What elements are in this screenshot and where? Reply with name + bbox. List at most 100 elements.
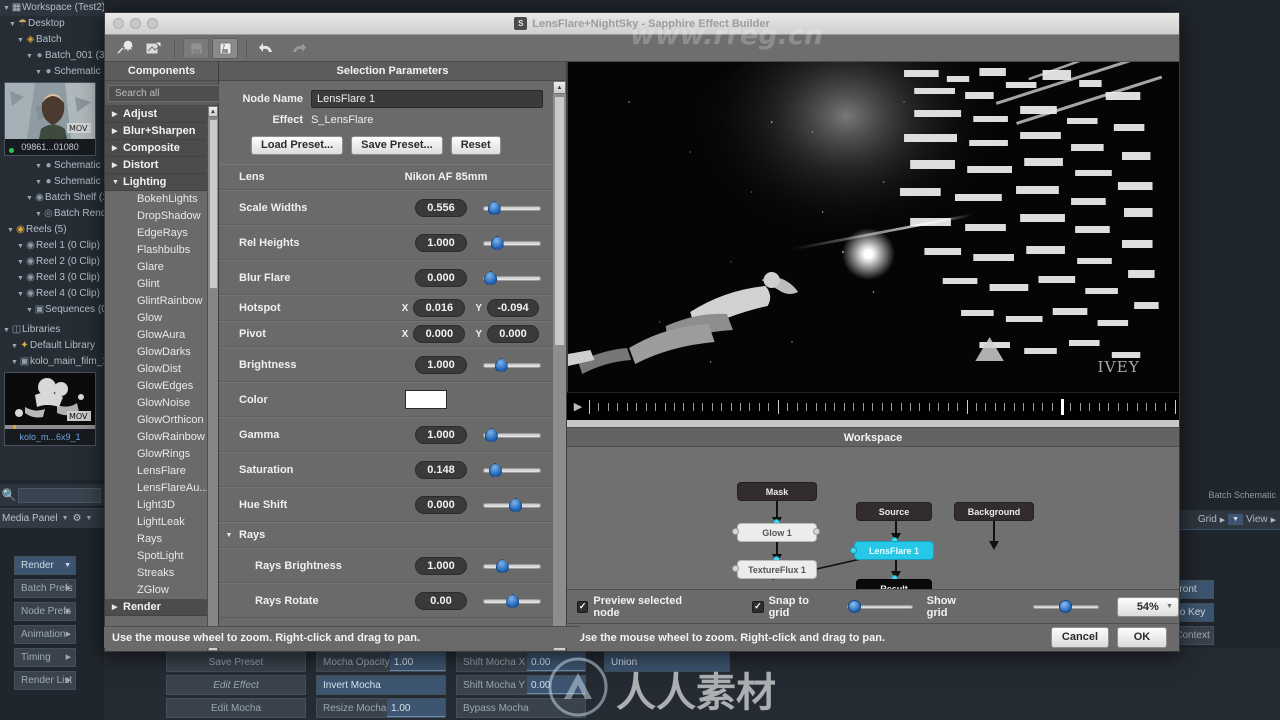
chevron-right-icon[interactable]: ▶ (66, 580, 71, 598)
dialog-toolbar[interactable]: ? (105, 35, 1179, 62)
expand-arrow-icon[interactable]: ▼ (6, 223, 15, 238)
invert-mocha-toggle[interactable]: Invert Mocha (316, 675, 446, 695)
bottom-col-4[interactable]: Union (604, 652, 730, 675)
param-row-saturation[interactable]: Saturation 0.148 (219, 452, 553, 487)
chevron-down-icon[interactable]: ▼ (1166, 603, 1173, 610)
slider-knob[interactable] (495, 558, 509, 573)
hotspot-y-input[interactable]: -0.094 (487, 299, 539, 317)
expand-arrow-icon[interactable]: ▼ (10, 355, 19, 370)
saturation-slider[interactable] (483, 461, 541, 479)
chevron-right-icon[interactable]: ▶ (66, 649, 71, 667)
chevron-down-icon[interactable]: ▼ (64, 557, 71, 575)
workspace-scale-slider[interactable] (1032, 599, 1099, 614)
media-panel-bar[interactable]: Media Panel ▼ ⚙ ▼ (0, 508, 104, 528)
parameters-scroll[interactable]: Node Name LensFlare 1 Effect S_LensFlare… (219, 81, 566, 651)
component-streaks[interactable]: Streaks (105, 565, 207, 582)
node-port[interactable] (850, 547, 857, 554)
batch-prefs-button[interactable]: Batch Prefs ▶ (14, 579, 76, 598)
node-name-input[interactable]: LensFlare 1 (311, 90, 543, 108)
param-row-hue-shift[interactable]: Hue Shift 0.000 (219, 487, 553, 522)
timeline-playhead[interactable] (1061, 398, 1064, 415)
expand-arrow-icon[interactable]: ▼ (25, 191, 34, 206)
scrollbar-thumb[interactable] (209, 119, 218, 289)
component-rays[interactable]: Rays (105, 531, 207, 548)
rays-rotate-input[interactable]: 0.00 (415, 591, 467, 610)
shift-mocha-x-field[interactable]: Shift Mocha X 0.00 (456, 652, 586, 672)
chevron-down-icon[interactable]: ▼ (82, 515, 97, 522)
hue-shift-slider[interactable] (483, 496, 541, 514)
rays-rotate-slider[interactable] (483, 592, 541, 610)
tree-row[interactable]: ▼●Schematic Re (0, 174, 104, 190)
checkbox-box[interactable]: ✓ (752, 600, 764, 613)
snap-to-grid-checkbox[interactable]: ✓ Snap to grid (752, 595, 828, 619)
node-source[interactable]: Source (856, 502, 932, 521)
gamma-input[interactable]: 1.000 (415, 425, 467, 444)
union-mode-select[interactable]: Union (604, 652, 730, 672)
slider-knob[interactable] (484, 427, 498, 442)
render-button[interactable]: Render ▼ (14, 556, 76, 575)
hotspot-x-input[interactable]: 0.016 (413, 299, 466, 317)
chevron-right-icon[interactable]: ▶ (112, 157, 117, 174)
chevron-right-icon[interactable]: ▶ (1271, 516, 1280, 524)
component-flashbulbs[interactable]: Flashbulbs (105, 242, 207, 259)
effect-bottom-panel[interactable]: Save Preset Edit Effect Edit Mocha Mocha… (104, 648, 1280, 720)
blur-flare-slider[interactable] (483, 269, 541, 287)
components-scroll-area[interactable]: ▶ Adjust ▶ Blur+Sharpen ▶ Composite ▶ Distor… (105, 106, 207, 651)
rays-brightness-slider[interactable] (483, 557, 541, 575)
tree-row[interactable]: ▼●Schematic Re (0, 158, 104, 174)
param-row-rays-brightness[interactable]: Rays Brightness 1.000 (219, 548, 553, 583)
category-composite[interactable]: ▶ Composite (105, 140, 207, 157)
tree-row[interactable]: ▼●Schematic Re (0, 64, 104, 80)
component-glare[interactable]: Glare (105, 259, 207, 276)
chevron-down-icon[interactable]: ▼ (58, 515, 73, 522)
chevron-right-icon[interactable]: ▶ (66, 603, 71, 621)
component-lensflare[interactable]: LensFlare (105, 463, 207, 480)
param-row-brightness[interactable]: Brightness 1.000 (219, 347, 553, 382)
tree-row[interactable]: ▼ ◈ Batch (0, 32, 104, 48)
slider-knob[interactable] (509, 497, 523, 512)
chevron-right-icon[interactable]: ▶ (112, 106, 117, 123)
color-swatch[interactable] (405, 390, 447, 409)
undo-icon[interactable] (255, 38, 281, 59)
sapphire-effect-builder-dialog[interactable]: S LensFlare+NightSky - Sapphire Effect B… (104, 12, 1180, 652)
tree-row[interactable]: ▼ ◉Reel 1 (0 Clip) (0, 238, 104, 254)
expand-arrow-icon[interactable]: ▼ (16, 271, 25, 286)
preview-selected-node-checkbox[interactable]: ✓ Preview selected node (577, 595, 704, 619)
tree-row[interactable]: ▼ ☂Desktop (0, 16, 104, 32)
edit-mocha-button[interactable]: Edit Mocha (166, 698, 306, 718)
node-glow-1[interactable]: Glow 1 (737, 523, 817, 542)
timeline-ticks[interactable] (589, 398, 1179, 415)
mocha-opacity-field[interactable]: Mocha Opacity 1.00 (316, 652, 446, 672)
hue-shift-input[interactable]: 0.000 (415, 495, 467, 514)
tree-row[interactable]: ▼ ▣kolo_main_film_1 (0, 354, 104, 370)
scrollbar-thumb[interactable] (554, 96, 565, 346)
node-name-row[interactable]: Node Name LensFlare 1 (219, 88, 553, 110)
category-distort[interactable]: ▶ Distort (105, 157, 207, 174)
workspace-controls[interactable]: ✓ Preview selected node ✓ Snap to grid S… (567, 589, 1179, 623)
tree-row[interactable]: ▼ ● Batch_001 (3) (0, 48, 104, 64)
bypass-mocha-button[interactable]: Bypass Mocha (456, 698, 586, 718)
grid-view-bar[interactable]: Grid ▶ ▼ View ▶ (1164, 510, 1280, 530)
tree-row[interactable]: ▼ ◉Reels (5) (0, 222, 104, 238)
pivot-y-input[interactable]: 0.000 (487, 325, 539, 343)
slider-knob[interactable] (488, 462, 502, 477)
expand-arrow-icon[interactable]: ▼ (16, 239, 25, 254)
expand-arrow-icon[interactable]: ▼ (34, 207, 43, 222)
chevron-right-icon[interactable]: ▶ (112, 140, 117, 157)
chevron-right-icon[interactable]: ▶ (112, 123, 117, 140)
components-list[interactable]: ▶ Adjust ▶ Blur+Sharpen ▶ Composite ▶ Distor… (105, 105, 218, 651)
play-icon[interactable]: ▶ (567, 400, 589, 413)
scale-widths-slider[interactable] (483, 199, 541, 217)
param-row-color[interactable]: Color (219, 382, 553, 417)
dialog-titlebar[interactable]: S LensFlare+NightSky - Sapphire Effect B… (105, 13, 1179, 35)
param-row-rel-heights[interactable]: Rel Heights 1.000 (219, 225, 553, 260)
node-prefs-button[interactable]: Node Prefs ▶ (14, 602, 76, 621)
view-menu[interactable]: View (1243, 514, 1271, 525)
cancel-button[interactable]: Cancel (1050, 627, 1109, 648)
param-row-hotspot[interactable]: Hotspot X 0.016 Y -0.094 (219, 295, 553, 321)
expand-arrow-icon[interactable]: ▼ (2, 323, 11, 338)
expand-arrow-icon[interactable]: ▼ (8, 17, 17, 32)
node-mask[interactable]: Mask (737, 482, 817, 501)
reset-button[interactable]: Reset (450, 136, 501, 155)
bottom-col-2[interactable]: Mocha Opacity 1.00 Invert Mocha Resize Mo… (316, 652, 446, 720)
